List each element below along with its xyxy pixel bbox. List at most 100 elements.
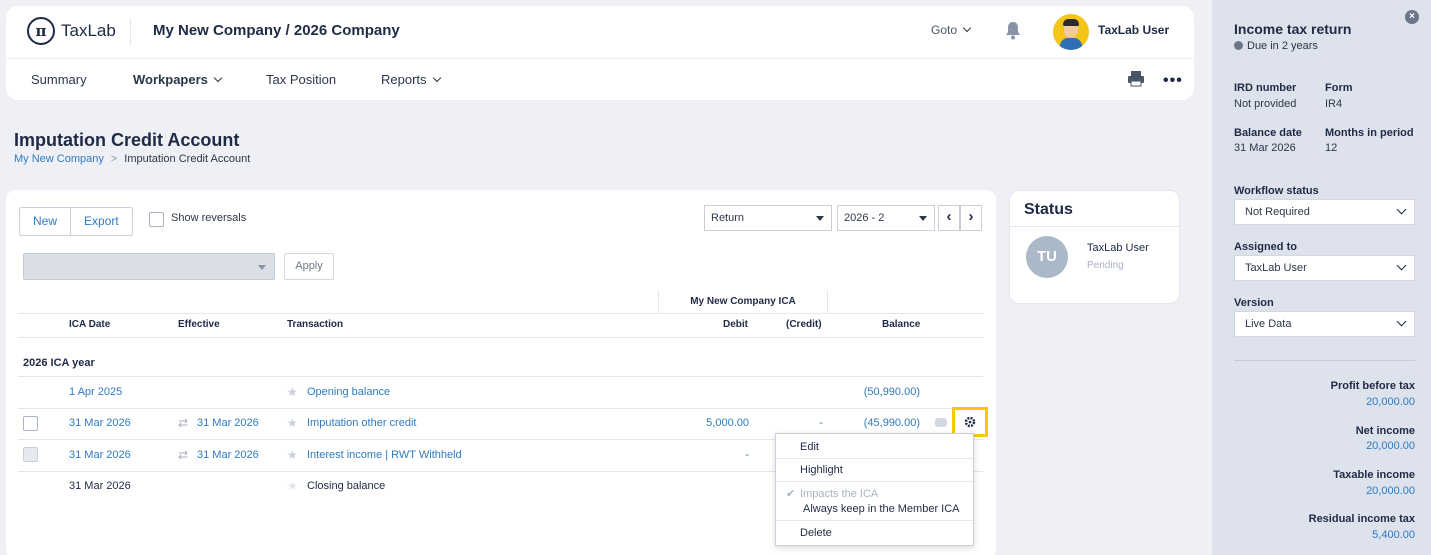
table-divider [18, 408, 983, 409]
col-ica-date[interactable]: ICA Date [69, 319, 110, 330]
breadcrumb: My New Company > Imputation Credit Account [14, 153, 250, 165]
comment-icon[interactable] [935, 418, 947, 427]
row-ica-date[interactable]: 31 Mar 2026 [69, 417, 131, 429]
row-debit[interactable]: 5,000.00 [666, 417, 749, 429]
company-title: My New Company / 2026 Company [153, 22, 400, 39]
residual-value[interactable]: 5,400.00 [1372, 529, 1415, 541]
breadcrumb-current: Imputation Credit Account [124, 153, 251, 165]
row-balance[interactable]: (45,990.00) [836, 417, 920, 429]
status-card: Status TU TaxLab User Pending [1009, 190, 1180, 304]
row-context-menu: Edit Highlight ✔ Impacts the ICA Always … [775, 433, 974, 546]
goto-dropdown[interactable]: Goto [931, 23, 972, 37]
page-title: Imputation Credit Account [14, 130, 240, 150]
header-divider [6, 58, 1194, 59]
chevron-down-icon [432, 73, 441, 83]
profit-value[interactable]: 20,000.00 [1366, 396, 1415, 408]
printer-icon[interactable] [1127, 70, 1145, 87]
apply-button[interactable]: Apply [284, 253, 334, 280]
assigned-select[interactable]: TaxLab User [1234, 255, 1415, 281]
row-credit[interactable]: - [786, 417, 823, 429]
version-value: Live Data [1245, 318, 1292, 330]
table-divider [18, 337, 983, 338]
row-transaction[interactable]: Imputation other credit [307, 417, 416, 429]
months-label: Months in period [1325, 127, 1414, 139]
form-value: IR4 [1325, 98, 1343, 110]
gear-icon [964, 416, 976, 428]
star-icon[interactable]: ★ [287, 448, 298, 462]
status-state: Pending [1087, 260, 1124, 271]
nav-tax-position[interactable]: Tax Position [266, 72, 336, 87]
menu-item-highlight[interactable]: Highlight [800, 464, 843, 476]
workflow-value: Not Required [1245, 206, 1310, 218]
menu-separator [776, 481, 973, 482]
export-button[interactable]: Export [70, 208, 132, 235]
nav-workpapers-label: Workpapers [133, 72, 208, 87]
taxable-value[interactable]: 20,000.00 [1366, 485, 1415, 497]
assigned-label: Assigned to [1234, 241, 1297, 253]
col-transaction[interactable]: Transaction [287, 319, 343, 330]
col-effective[interactable]: Effective [178, 319, 220, 330]
return-select-value: Return [711, 212, 745, 224]
row-checkbox[interactable] [23, 416, 38, 431]
goto-label: Goto [931, 23, 958, 37]
prev-period-button[interactable]: ‹ [938, 205, 960, 231]
workflow-select[interactable]: Not Required [1234, 199, 1415, 225]
star-icon[interactable]: ★ [287, 385, 298, 399]
next-period-button[interactable]: › [960, 205, 982, 231]
user-name[interactable]: TaxLab User [1098, 23, 1169, 37]
bell-icon[interactable] [1004, 20, 1022, 40]
form-label: Form [1325, 82, 1353, 94]
menu-separator [776, 458, 973, 459]
row-transaction: Closing balance [307, 480, 386, 492]
breadcrumb-company-link[interactable]: My New Company [14, 153, 104, 165]
net-income-value[interactable]: 20,000.00 [1366, 440, 1415, 452]
show-reversals-checkbox[interactable] [149, 212, 164, 227]
more-options-button[interactable]: ••• [1163, 72, 1183, 90]
col-debit[interactable]: Debit [723, 319, 748, 330]
period-select-value: 2026 - 2 [844, 212, 885, 224]
version-select[interactable]: Live Data [1234, 311, 1415, 337]
row-transaction[interactable]: Interest income | RWT Withheld [307, 449, 462, 461]
nav-workpapers[interactable]: Workpapers [133, 72, 223, 87]
status-divider [1010, 226, 1179, 227]
taxlab-logo[interactable]: π TaxLab [27, 17, 116, 45]
row-ica-date[interactable]: 31 Mar 2026 [69, 449, 131, 461]
col-credit[interactable]: (Credit) [786, 319, 822, 330]
nav-reports[interactable]: Reports [381, 72, 441, 87]
header-separator [130, 18, 131, 46]
star-icon[interactable]: ★ [287, 416, 298, 430]
period-select[interactable]: 2026 - 2 [837, 205, 935, 231]
row-effective[interactable]: 31 Mar 2026 [197, 449, 259, 461]
user-avatar[interactable] [1053, 14, 1089, 50]
row-effective[interactable]: 31 Mar 2026 [197, 417, 259, 429]
chevron-down-icon [213, 73, 223, 83]
net-income-label: Net income [1355, 425, 1415, 437]
menu-separator [776, 520, 973, 521]
menu-item-edit[interactable]: Edit [800, 441, 819, 453]
row-ica-date: 31 Mar 2026 [69, 480, 131, 492]
menu-item-impacts-ica: Impacts the ICA [800, 488, 879, 500]
new-button[interactable]: New [20, 208, 70, 235]
row-transaction[interactable]: Opening balance [307, 386, 390, 398]
row-ica-date[interactable]: 1 Apr 2025 [69, 386, 122, 398]
clock-icon [1234, 41, 1243, 50]
profit-label: Profit before tax [1330, 380, 1415, 392]
nav-summary-label: Summary [31, 72, 87, 87]
menu-item-delete[interactable]: Delete [800, 527, 832, 539]
row-debit[interactable]: - [666, 449, 749, 461]
avatar: TU [1026, 236, 1068, 278]
row-checkbox[interactable] [23, 447, 38, 462]
return-select[interactable]: Return [704, 205, 832, 231]
row-balance[interactable]: (50,990.00) [836, 386, 920, 398]
menu-item-always-keep[interactable]: Always keep in the Member ICA [803, 503, 960, 515]
close-icon[interactable]: × [1405, 10, 1419, 24]
filter-select[interactable] [23, 253, 275, 280]
col-balance[interactable]: Balance [882, 319, 920, 330]
nav-summary[interactable]: Summary [31, 72, 87, 87]
dropdown-arrow-icon [919, 216, 927, 221]
balance-date-value: 31 Mar 2026 [1234, 142, 1296, 154]
residual-label: Residual income tax [1308, 513, 1415, 525]
star-icon: ★ [287, 479, 298, 493]
chevron-down-icon [1396, 204, 1407, 215]
ird-label: IRD number [1234, 82, 1297, 94]
